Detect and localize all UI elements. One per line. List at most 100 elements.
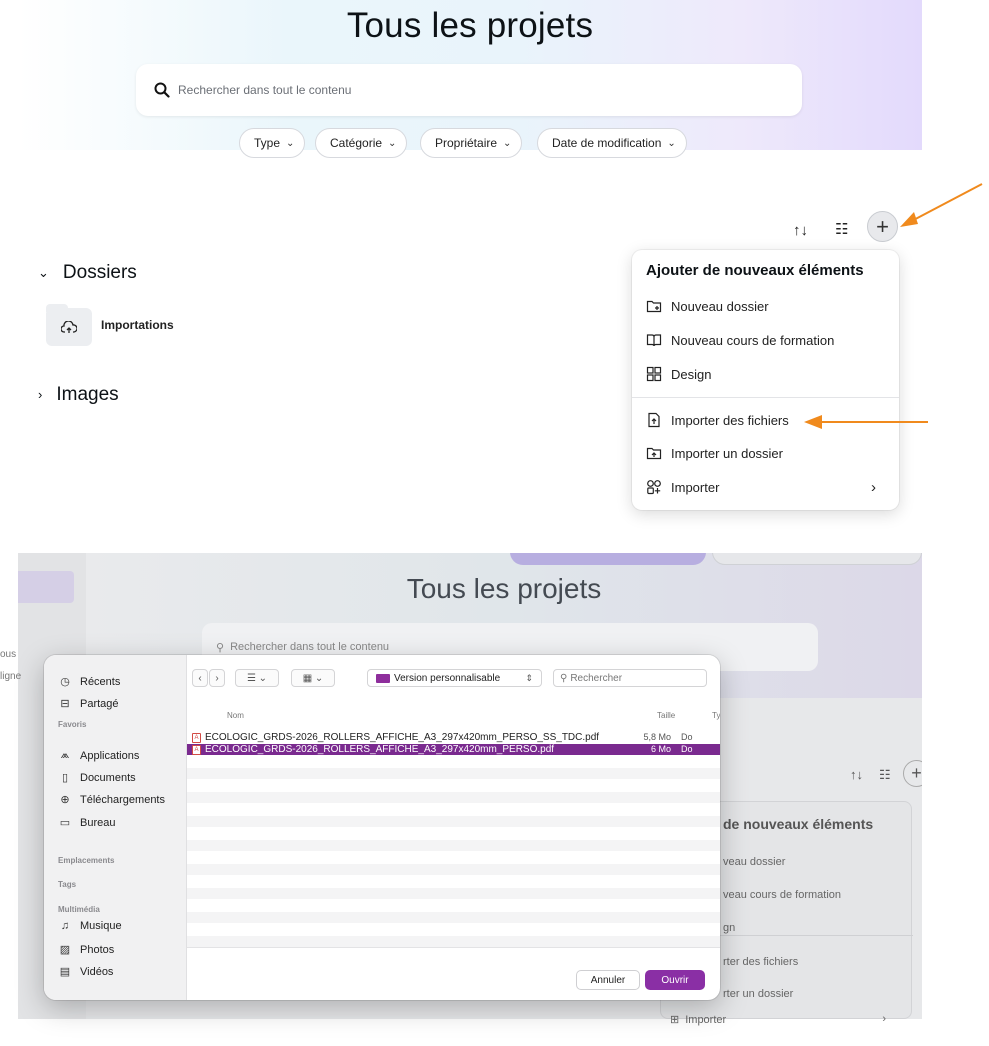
sidebar-item-label: Applications (80, 749, 140, 762)
dialog-footer-divider (187, 947, 720, 948)
column-size[interactable]: Taille (657, 711, 675, 720)
folder-plus-icon (646, 300, 662, 313)
section-dossiers[interactable]: ⌄ Dossiers (38, 262, 137, 284)
layout-grid-icon (646, 366, 662, 382)
apps-plus-icon (647, 480, 661, 495)
menu-item-new-folder[interactable]: Nouveau dossier (646, 298, 769, 314)
list-view-icon[interactable]: ☷ (835, 220, 848, 238)
document-icon: ▯ (61, 772, 69, 784)
menu-title: Ajouter de nouveaux éléments (646, 262, 864, 279)
dialog-sidebar: ◷ Récents ⊟ Partagé Favoris ⩕ Applications … (44, 655, 187, 1000)
section-images-label: Images (56, 384, 119, 405)
sort-icon: ↑↓ (850, 767, 863, 782)
sidebar-item-label: Musique (80, 920, 122, 932)
folder-name[interactable]: Importations (101, 318, 174, 332)
applications-icon: ⩕ (60, 749, 70, 761)
back-button[interactable]: ‹ (192, 669, 208, 687)
menu-item-label: Importer (671, 479, 720, 495)
empty-row (187, 840, 720, 851)
empty-row (187, 816, 720, 827)
sidebar-item-photos[interactable]: ▨ Photos (58, 943, 114, 957)
search-input[interactable]: Rechercher dans tout le contenu (136, 64, 802, 116)
menu-item-new-course[interactable]: Nouveau cours de formation (646, 332, 834, 348)
cancel-button[interactable]: Annuler (576, 970, 640, 990)
menu-divider (632, 397, 899, 398)
sidebar-item-downloads[interactable]: ⊕ Téléchargements (58, 793, 165, 807)
background-pill (712, 553, 922, 565)
sidebar-item-music[interactable]: ♫ Musique (58, 920, 122, 932)
menu-item-import[interactable]: Importer › (646, 478, 886, 496)
sidebar-item-videos[interactable]: ▤ Vidéos (58, 965, 114, 979)
file-name: ECOLOGIC_GRDS-2026_ROLLERS_AFFICHE_A3_29… (205, 732, 600, 743)
sidebar-item-label: Vidéos (80, 965, 114, 978)
menu-item-design[interactable]: Design (646, 366, 711, 382)
empty-row (187, 936, 720, 947)
chevron-down-icon: ⌄ (388, 137, 397, 149)
section-images[interactable]: › Images (38, 384, 119, 406)
sidebar-item-label: Documents (80, 771, 136, 784)
sidebar-highlight (18, 571, 74, 603)
open-button[interactable]: Ouvrir (645, 970, 705, 990)
background-title: Tous les projets (406, 573, 602, 604)
column-name[interactable]: Nom (227, 711, 244, 720)
chevron-right-icon: › (871, 478, 876, 496)
clock-icon: ◷ (60, 676, 70, 688)
background-menu-item: veau cours de formation (723, 889, 842, 901)
section-dossiers-label: Dossiers (62, 262, 137, 283)
file-size: 5,8 Mo (643, 732, 671, 742)
dialog-toolbar: ‹ › ☰ ⌄ ▦ ⌄ Version personnalisable ⇕ ⚲ Re… (187, 655, 720, 699)
photo-icon: ▨ (59, 944, 71, 956)
add-button[interactable]: + (867, 211, 898, 242)
menu-item-import-folder[interactable]: Importer un dossier (646, 445, 783, 461)
pdf-icon: A (192, 732, 201, 743)
search-placeholder: Rechercher dans tout le contenu (178, 83, 352, 97)
download-icon: ⊕ (60, 794, 70, 806)
sidebar-item-applications[interactable]: ⩕ Applications (58, 749, 140, 762)
shared-folder-icon: ⊟ (60, 698, 70, 710)
grouping-select[interactable]: ▦ ⌄ (291, 669, 335, 687)
folder-thumbnail[interactable] (46, 308, 92, 346)
chevron-right-icon: › (215, 672, 219, 684)
add-menu: Ajouter de nouveaux éléments Nouveau dos… (632, 250, 899, 510)
sidebar-item-label: Bureau (80, 816, 116, 829)
sidebar-item-desktop[interactable]: ▭ Bureau (58, 816, 116, 830)
file-row-selected[interactable]: A ECOLOGIC_GRDS-2026_ROLLERS_AFFICHE_A3_2… (187, 744, 720, 755)
chevron-down-icon: ⌄ (667, 137, 676, 149)
plus-icon: + (911, 763, 922, 783)
file-name: ECOLOGIC_GRDS-2026_ROLLERS_AFFICHE_A3_29… (205, 744, 555, 755)
filter-type[interactable]: Type ⌄ (239, 128, 306, 158)
filter-date[interactable]: Date de modification ⌄ (537, 128, 687, 158)
menu-item-label: Nouveau cours de formation (671, 332, 835, 348)
filter-category[interactable]: Catégorie ⌄ (315, 128, 408, 158)
chevron-down-icon: ⌄ (503, 137, 512, 149)
empty-row (187, 888, 720, 899)
column-type[interactable]: Ty (712, 711, 720, 720)
sidebar-item-shared[interactable]: ⊟ Partagé (58, 697, 119, 711)
filter-category-label: Catégorie (330, 136, 383, 150)
sort-icon[interactable]: ↑↓ (793, 222, 808, 239)
book-icon (646, 334, 662, 347)
background-search-placeholder: Rechercher dans tout le contenu (230, 641, 390, 653)
location-select[interactable]: Version personnalisable ⇕ (367, 669, 542, 687)
film-icon: ▤ (59, 966, 71, 978)
sidebar-item-recents[interactable]: ◷ Récents (58, 675, 120, 689)
empty-row (187, 792, 720, 803)
file-row[interactable]: A ECOLOGIC_GRDS-2026_ROLLERS_AFFICHE_A3_2… (187, 732, 720, 743)
sidebar-item-documents[interactable]: ▯ Documents (58, 771, 136, 785)
file-open-dialog: ◷ Récents ⊟ Partagé Favoris ⩕ Applications … (44, 655, 720, 1000)
background-menu-item: rter un dossier (723, 988, 794, 1000)
background-menu-item: gn (723, 922, 736, 934)
pdf-icon: A (192, 744, 201, 755)
plus-icon: + (876, 213, 889, 239)
background-menu-item: rter des fichiers (723, 956, 799, 968)
forward-button[interactable]: › (209, 669, 225, 687)
view-mode-select[interactable]: ☰ ⌄ (235, 669, 279, 687)
filter-owner[interactable]: Propriétaire ⌄ (420, 128, 523, 158)
empty-row (187, 912, 720, 923)
list-view-icon: ☷ (879, 767, 891, 782)
background-menu-item: veau dossier (723, 856, 786, 868)
menu-item-import-files[interactable]: Importer des fichiers (646, 412, 789, 428)
dialog-search-input[interactable]: ⚲ Rechercher (553, 669, 707, 687)
sidebar-item-label: Partagé (80, 697, 119, 710)
filter-owner-label: Propriétaire (435, 136, 498, 150)
